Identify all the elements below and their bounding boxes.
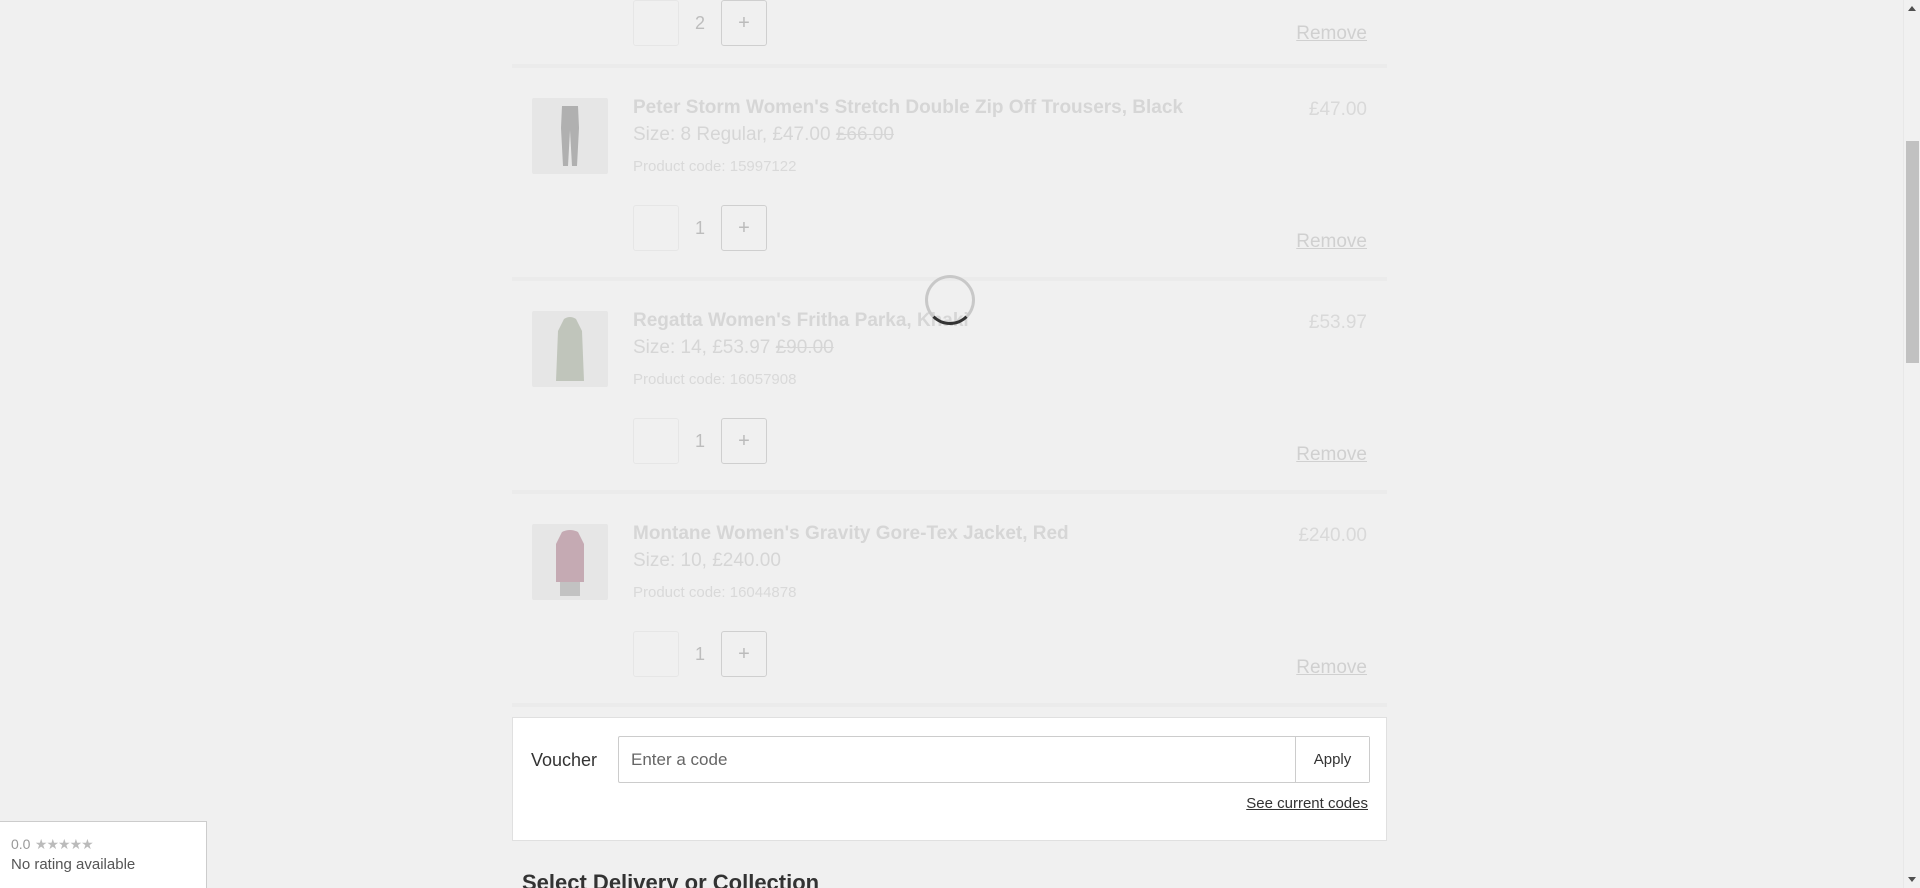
product-image[interactable]: [532, 524, 608, 600]
increase-quantity-button[interactable]: +: [721, 418, 767, 464]
product-size-price: Size: 8 Regular, £47.00 £66.00: [633, 124, 894, 146]
decrease-quantity-button[interactable]: [633, 205, 679, 251]
see-current-codes-link[interactable]: See current codes: [1246, 795, 1368, 812]
increase-quantity-button[interactable]: +: [721, 0, 767, 46]
size-text: Size: 14, £53.97: [633, 337, 771, 358]
delivery-section-heading: Select Delivery or Collection: [522, 870, 820, 888]
was-price: £66.00: [835, 124, 894, 145]
quantity-stepper: 1 +: [633, 205, 767, 251]
star-rating-icon: ★★★★★: [34, 836, 94, 852]
increase-quantity-button[interactable]: +: [721, 205, 767, 251]
remove-link[interactable]: Remove: [1296, 231, 1367, 253]
product-name[interactable]: Montane Women's Gravity Gore-Tex Jacket,…: [633, 523, 1069, 545]
product-size-price: Size: 10, £240.00: [633, 550, 781, 572]
quantity-value: 1: [694, 643, 705, 664]
loading-spinner-icon: [925, 275, 975, 325]
voucher-code-input[interactable]: [619, 737, 1295, 782]
quantity-stepper: 1 +: [633, 631, 767, 677]
scrollbar-thumb[interactable]: [1906, 141, 1919, 363]
remove-link[interactable]: Remove: [1296, 23, 1367, 45]
product-code: Product code: 16044878: [633, 584, 797, 601]
quantity-value: 1: [694, 217, 705, 238]
size-text: Size: 8 Regular, £47.00: [633, 124, 831, 145]
size-text: Size: 10, £240.00: [633, 550, 781, 571]
line-price: £53.97: [1308, 312, 1367, 333]
vertical-scrollbar[interactable]: [1903, 0, 1920, 888]
quantity-value: 2: [694, 12, 705, 33]
line-price: £47.00: [1308, 99, 1367, 120]
voucher-panel: Voucher Apply See current codes: [512, 717, 1387, 841]
rating-widget[interactable]: 0.0 ★★★★★ No rating available: [0, 821, 207, 888]
voucher-input-group: Apply: [618, 736, 1370, 783]
basket-item: Montane Women's Gravity Gore-Tex Jacket,…: [512, 494, 1387, 707]
quantity-stepper: 2 +: [633, 0, 767, 46]
rating-score-line: 0.0 ★★★★★: [11, 836, 206, 854]
rating-score: 0.0: [11, 836, 31, 852]
decrease-quantity-button[interactable]: [633, 0, 679, 46]
increase-quantity-button[interactable]: +: [721, 631, 767, 677]
basket-item: Peter Storm Women's Stretch Double Zip O…: [512, 68, 1387, 281]
product-name[interactable]: Peter Storm Women's Stretch Double Zip O…: [633, 97, 1183, 119]
quantity-stepper: 1 +: [633, 418, 767, 464]
apply-voucher-button[interactable]: Apply: [1295, 737, 1369, 782]
remove-link[interactable]: Remove: [1296, 444, 1367, 466]
decrease-quantity-button[interactable]: [633, 631, 679, 677]
quantity-value: 1: [694, 430, 705, 451]
scroll-down-arrow-icon[interactable]: [1908, 877, 1916, 882]
line-price: £240.00: [1298, 525, 1367, 546]
decrease-quantity-button[interactable]: [633, 418, 679, 464]
rating-text: No rating available: [11, 856, 136, 873]
basket-list: 2 + Remove Peter Storm Women's Stretch D…: [512, 0, 1387, 707]
product-image[interactable]: [532, 98, 608, 174]
remove-link[interactable]: Remove: [1296, 657, 1367, 679]
product-code: Product code: 16057908: [633, 371, 797, 388]
product-size-price: Size: 14, £53.97 £90.00: [633, 337, 834, 359]
product-code: Product code: 15997122: [633, 158, 797, 175]
product-name[interactable]: Regatta Women's Fritha Parka, Khaki: [633, 310, 969, 332]
was-price: £90.00: [775, 337, 834, 358]
scroll-up-arrow-icon[interactable]: [1908, 6, 1916, 11]
product-image[interactable]: [532, 311, 608, 387]
basket-item: 2 + Remove: [512, 0, 1387, 68]
voucher-label: Voucher: [531, 750, 598, 770]
